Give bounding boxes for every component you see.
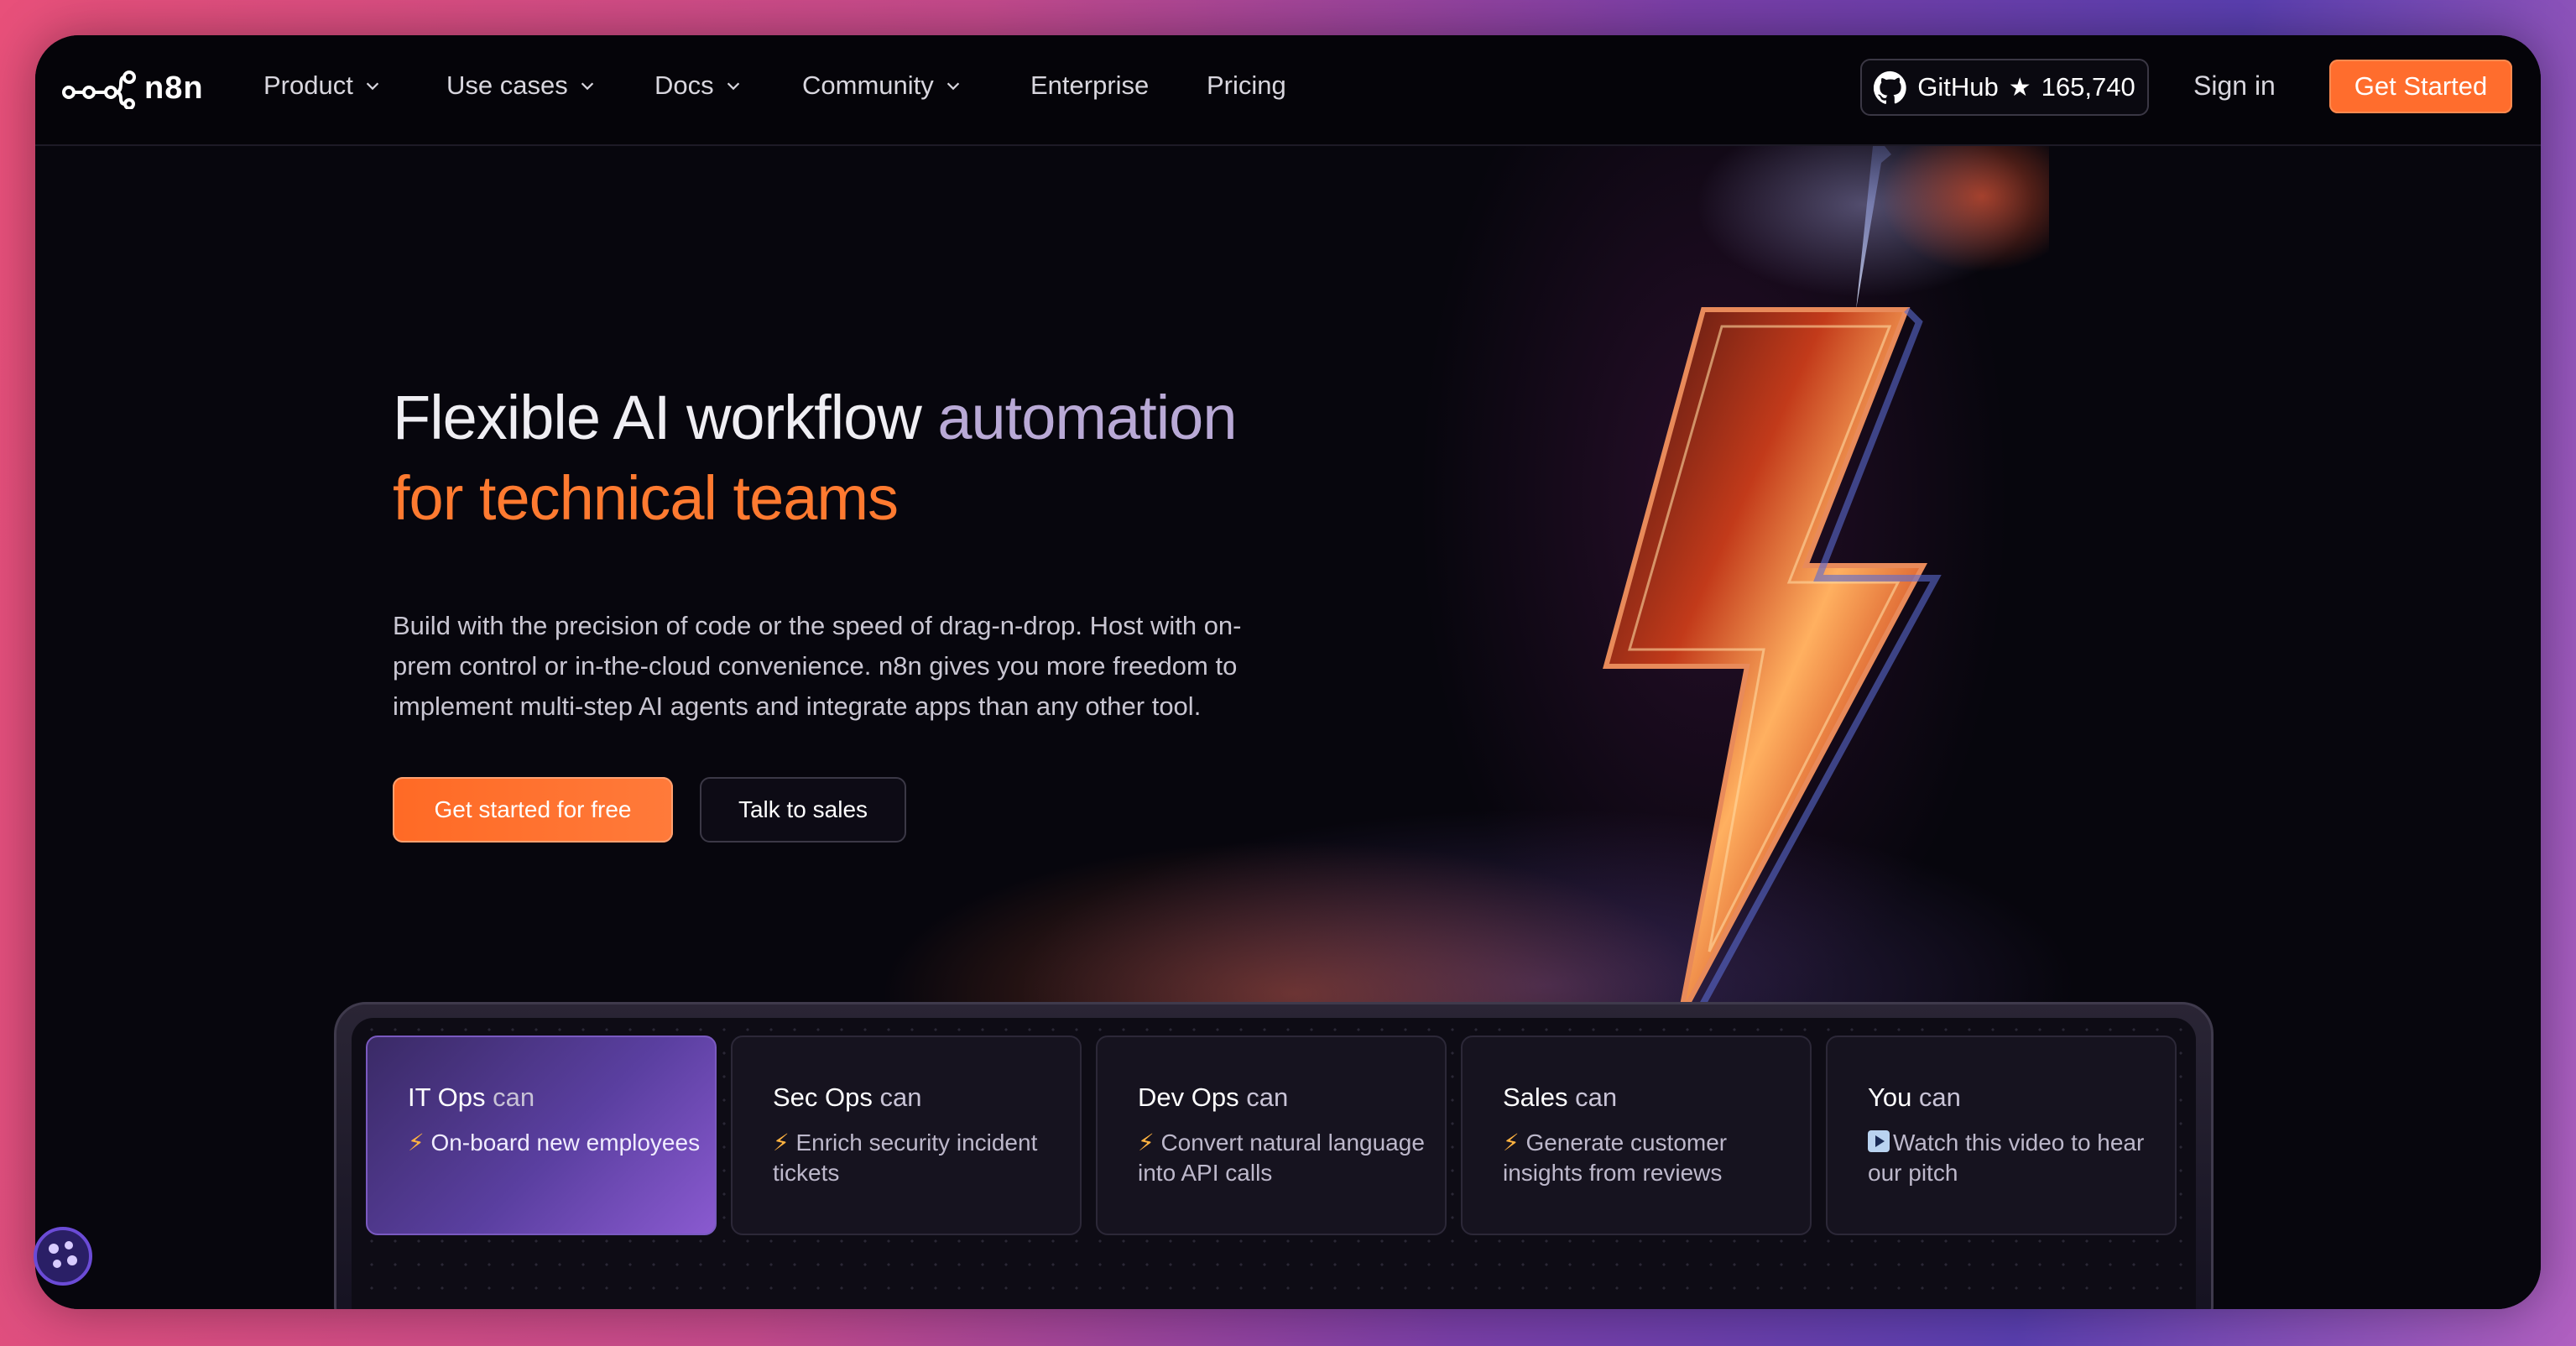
page-frame: n8n Product Use cases Docs Community Ent… [35,35,2541,1309]
card-description: Watch this video to hear our pitch [1868,1128,2170,1188]
card-can: can [872,1083,922,1112]
use-case-card-sales[interactable]: Sales can ⚡ Generate customer insights f… [1461,1036,1812,1235]
card-title: IT Ops can [408,1083,715,1113]
card-can: can [1567,1083,1618,1112]
nav-item-use-cases[interactable]: Use cases [446,70,597,101]
use-case-card-you[interactable]: You can Watch this video to hear our pit… [1826,1036,2177,1235]
sign-in-link[interactable]: Sign in [2193,70,2276,102]
card-role: Sales [1503,1083,1568,1112]
cookie-settings-button[interactable] [34,1227,92,1286]
nav-item-pricing[interactable]: Pricing [1207,70,1286,101]
card-role: Sec Ops [773,1083,873,1112]
nav-item-product[interactable]: Product [263,70,382,101]
card-role: Dev Ops [1138,1083,1239,1112]
lightning-bolt-illustration [1512,112,2083,1027]
card-title: Sales can [1503,1083,1810,1113]
hero-description: Build with the precision of code or the … [393,611,1242,721]
nav-item-label: Pricing [1207,70,1286,100]
card-desc-text: Watch this video to hear our pitch [1868,1129,2145,1186]
nav-item-label: Product [263,70,353,100]
bolt-icon: ⚡ [1138,1129,1155,1156]
use-case-card-sec-ops[interactable]: Sec Ops can ⚡ Enrich security incident t… [731,1036,1082,1235]
chevron-down-icon [946,82,959,91]
chevron-down-icon [366,82,379,91]
card-can: can [1238,1083,1289,1112]
use-case-card-dev-ops[interactable]: Dev Ops can ⚡ Convert natural language i… [1096,1036,1447,1235]
card-can: can [1911,1083,1961,1112]
play-icon [1868,1130,1890,1152]
hero-title-highlight: automation [937,383,1237,452]
talk-to-sales-button[interactable]: Talk to sales [700,777,906,843]
bolt-icon: ⚡ [773,1129,790,1156]
card-description: ⚡ On-board new employees [408,1128,710,1158]
get-started-free-button[interactable]: Get started for free [393,777,673,843]
nav-item-docs[interactable]: Docs [654,70,743,101]
hero-title-part3: for technical teams [393,463,899,533]
card-title: Sec Ops can [773,1083,1080,1113]
github-stars-count: 165,740 [2041,72,2135,102]
nav-item-enterprise[interactable]: Enterprise [1030,70,1149,101]
cookie-icon [49,1241,77,1268]
card-title: Dev Ops can [1138,1083,1445,1113]
n8n-logo[interactable]: n8n [60,67,204,109]
card-role: IT Ops [408,1083,486,1112]
card-can: can [485,1083,535,1112]
nav-item-label: Enterprise [1030,70,1150,100]
star-icon: ★ [2008,73,2031,102]
card-description: ⚡ Enrich security incident tickets [773,1128,1075,1188]
chevron-down-icon [581,82,593,91]
card-desc-text: Generate customer insights from reviews [1503,1129,1728,1186]
card-desc-text: On-board new employees [430,1129,701,1156]
logo-text: n8n [144,70,204,106]
top-nav: n8n Product Use cases Docs Community Ent… [35,35,2541,146]
bolt-icon: ⚡ [408,1129,425,1156]
n8n-logo-icon [62,70,136,109]
nav-item-label: Use cases [446,70,568,100]
hero-title: Flexible AI workflow automation for tech… [393,378,1484,539]
github-stars-button[interactable]: GitHub ★ 165,740 [1860,59,2149,116]
card-desc-text: Enrich security incident tickets [773,1129,1038,1186]
nav-item-label: Docs [654,70,714,100]
get-started-button[interactable]: Get Started [2329,60,2512,113]
chevron-down-icon [727,82,739,91]
card-role: You [1868,1083,1912,1112]
hero-title-part1: Flexible AI workflow [393,383,938,452]
bolt-icon: ⚡ [1503,1129,1520,1156]
card-desc-text: Convert natural language into API calls [1138,1129,1425,1186]
card-title: You can [1868,1083,2175,1113]
nav-item-community[interactable]: Community [802,70,962,101]
use-case-card-it-ops[interactable]: IT Ops can ⚡ On-board new employees [366,1036,717,1235]
card-description: ⚡ Convert natural language into API call… [1138,1128,1440,1188]
github-label: GitHub [1917,72,1999,102]
nav-item-label: Community [802,70,934,100]
github-icon [1874,70,1906,104]
card-description: ⚡ Generate customer insights from review… [1503,1128,1805,1188]
